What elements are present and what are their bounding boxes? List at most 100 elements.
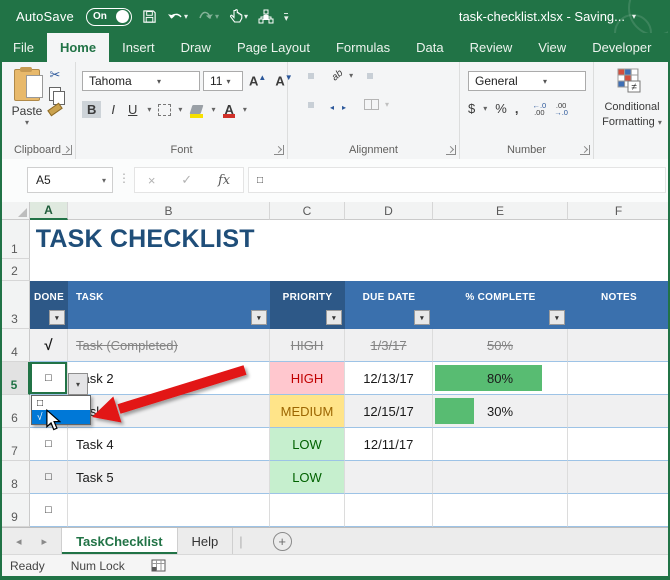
formula-input[interactable]: □ — [248, 167, 666, 193]
increase-decimal-button[interactable]: ←.0.00 — [532, 101, 546, 116]
number-format-combo[interactable]: General ▾ — [468, 71, 586, 91]
macro-record-icon[interactable] — [151, 559, 166, 572]
dropdown-option-checked[interactable]: √ — [32, 410, 90, 424]
underline-dropdown-arrow[interactable]: ▾ — [147, 105, 151, 114]
title-dropdown-arrow[interactable]: ▾ — [632, 12, 636, 21]
name-box[interactable]: A5 ▾ — [27, 167, 113, 193]
copy-icon[interactable] — [49, 87, 65, 105]
increase-indent-button[interactable]: ▸ — [342, 102, 350, 112]
cell-due-date[interactable]: 1/3/17 — [345, 329, 433, 362]
sheet-next-icon[interactable]: ▸ — [42, 535, 48, 548]
cell-complete[interactable] — [433, 461, 568, 494]
save-button[interactable] — [142, 9, 157, 24]
column-header-b[interactable]: B — [68, 202, 270, 220]
row-header-9[interactable]: 9 — [0, 494, 30, 527]
cell-task[interactable]: Task 4 — [68, 428, 270, 461]
row-header-4[interactable]: 4 — [0, 329, 30, 362]
cell-priority[interactable]: MEDIUM — [270, 395, 345, 428]
font-name-dropdown-arrow[interactable]: ▾ — [153, 77, 199, 86]
row-header-5[interactable]: 5 — [0, 362, 30, 395]
undo-button[interactable]: ▾ — [167, 11, 188, 23]
bottom-align-button[interactable] — [320, 73, 326, 79]
insert-function-button[interactable]: fx — [218, 173, 230, 188]
cell-due-date[interactable] — [345, 461, 433, 494]
cell-task[interactable]: Task (Completed) — [68, 329, 270, 362]
name-box-dropdown-arrow[interactable]: ▾ — [102, 176, 112, 185]
comma-button[interactable]: , — [515, 101, 519, 116]
paste-button[interactable]: Paste ▾ — [8, 67, 46, 131]
header-cell-priority[interactable]: PRIORITY ▾ — [270, 281, 345, 329]
format-painter-icon[interactable] — [47, 102, 63, 117]
font-size-dropdown-arrow[interactable]: ▾ — [222, 77, 242, 86]
middle-align-button[interactable] — [308, 72, 314, 79]
undo-dropdown-arrow[interactable]: ▾ — [184, 12, 188, 21]
currency-button[interactable]: $ — [468, 101, 475, 116]
column-header-a[interactable]: A — [30, 202, 68, 220]
header-cell-complete[interactable]: % COMPLETE ▾ — [433, 281, 568, 329]
cell-priority[interactable]: HIGH — [270, 362, 345, 395]
align-left-button[interactable] — [296, 102, 302, 108]
cell-dropdown-button[interactable]: ▾ — [68, 373, 88, 395]
paste-dropdown-arrow[interactable]: ▾ — [8, 118, 46, 127]
cut-icon[interactable]: ✂ — [50, 68, 61, 82]
top-align-button[interactable] — [296, 73, 302, 79]
decrease-indent-button[interactable]: ◂ — [330, 102, 338, 112]
row-header-7[interactable]: 7 — [0, 428, 30, 461]
underline-button[interactable]: U — [125, 101, 140, 118]
tab-home[interactable]: Home — [46, 33, 110, 62]
decrease-decimal-button[interactable]: .00 →.0 — [554, 101, 568, 116]
cell-complete[interactable] — [433, 428, 568, 461]
cell-task[interactable]: Task 3 — [68, 395, 270, 428]
cell-due-date[interactable]: 12/11/17 — [345, 428, 433, 461]
tab-page-layout[interactable]: Page Layout — [224, 33, 323, 62]
filter-button-priority[interactable]: ▾ — [326, 310, 342, 325]
row-header-6[interactable]: 6 — [0, 395, 30, 428]
tab-developer[interactable]: Developer — [579, 33, 664, 62]
cell-notes[interactable] — [568, 329, 670, 362]
wrap-text-button[interactable] — [367, 72, 374, 79]
cell-done[interactable]: □ — [30, 428, 68, 461]
font-size-combo[interactable]: 11 ▾ — [203, 71, 243, 91]
cell-complete[interactable]: 80% — [433, 362, 568, 395]
touch-mode-dropdown-arrow[interactable]: ▾ — [244, 12, 248, 21]
formula-bar-splitter[interactable]: ⋮ — [118, 171, 130, 185]
redo-dropdown-arrow[interactable]: ▾ — [215, 12, 219, 21]
alignment-dialog-launcher[interactable] — [446, 145, 456, 155]
fill-color-dropdown-arrow[interactable]: ▾ — [211, 105, 215, 114]
column-header-d[interactable]: D — [345, 202, 433, 220]
row-header-8[interactable]: 8 — [0, 461, 30, 494]
cell-done[interactable]: √ — [30, 329, 68, 362]
merge-dropdown-arrow[interactable]: ▾ — [385, 100, 389, 109]
cell-notes[interactable] — [568, 362, 670, 395]
orientation-dropdown-arrow[interactable]: ▾ — [349, 71, 353, 80]
filter-button-complete[interactable]: ▾ — [549, 310, 565, 325]
font-color-button[interactable]: A — [222, 103, 235, 118]
row-header-2[interactable]: 2 — [0, 259, 30, 281]
cell-notes[interactable] — [568, 494, 670, 527]
header-cell-done[interactable]: DONE ▾ — [30, 281, 68, 329]
cell-task[interactable]: Task 5 — [68, 461, 270, 494]
filter-button-due-date[interactable]: ▾ — [414, 310, 430, 325]
filter-button-task[interactable]: ▾ — [251, 310, 267, 325]
enter-button[interactable]: ✓ — [181, 172, 192, 188]
filter-button-done[interactable]: ▾ — [49, 310, 65, 325]
header-cell-due-date[interactable]: DUE DATE ▾ — [345, 281, 433, 329]
tab-insert[interactable]: Insert — [109, 33, 168, 62]
number-dialog-launcher[interactable] — [580, 145, 590, 155]
column-header-f[interactable]: F — [568, 202, 670, 220]
cell-priority[interactable]: HIGH — [270, 329, 345, 362]
merge-center-button[interactable] — [364, 99, 379, 110]
touch-mouse-mode-button[interactable]: ▾ — [229, 9, 248, 24]
cell-task[interactable] — [68, 494, 270, 527]
conditional-formatting-button[interactable]: Conditional Formatting ▾ — [594, 100, 670, 130]
cell-notes[interactable] — [568, 395, 670, 428]
row-header-3[interactable]: 3 — [0, 281, 30, 329]
borders-dropdown-arrow[interactable]: ▾ — [178, 105, 182, 114]
tab-draw[interactable]: Draw — [168, 33, 224, 62]
bold-button[interactable]: B — [82, 101, 102, 118]
header-cell-notes[interactable]: NOTES — [568, 281, 670, 329]
grow-font-button[interactable]: A▲ — [246, 73, 269, 88]
dropdown-option-unchecked[interactable]: □ — [32, 396, 90, 410]
tab-review[interactable]: Review — [457, 33, 526, 62]
fill-color-button[interactable] — [189, 103, 204, 118]
